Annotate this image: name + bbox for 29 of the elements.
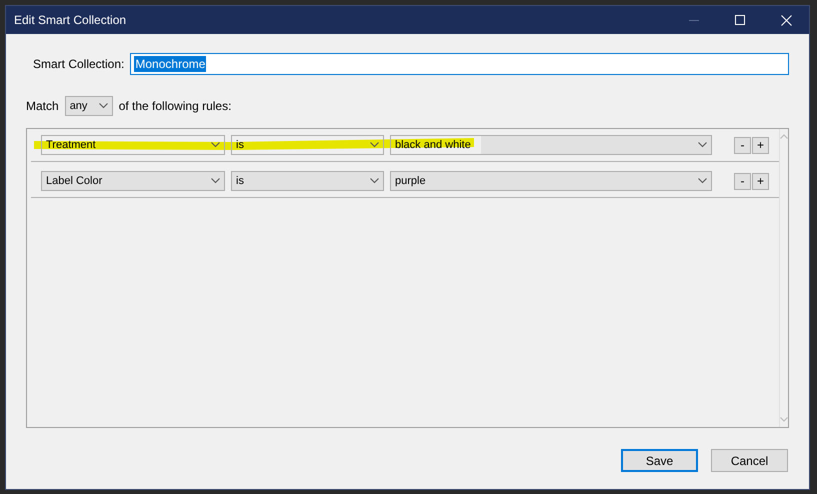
name-field[interactable]: Monochrome: [130, 53, 789, 75]
chevron-down-icon: [698, 178, 707, 184]
maximize-icon[interactable]: [735, 15, 745, 25]
rules-label: of the following rules:: [118, 99, 232, 113]
window-title: Edit Smart Collection: [14, 13, 128, 27]
field-label: Smart Collection:: [33, 57, 124, 71]
operator-dropdown[interactable]: is: [231, 135, 384, 155]
chevron-down-icon: [698, 142, 707, 148]
add-rule-button[interactable]: +: [752, 172, 769, 190]
add-rule-button[interactable]: +: [752, 136, 769, 154]
match-label: Match: [26, 99, 59, 113]
chevron-down-icon: [98, 103, 108, 109]
chevron-down-icon: [211, 178, 220, 184]
save-button[interactable]: Save: [621, 449, 698, 472]
remove-rule-button[interactable]: -: [734, 136, 751, 154]
cancel-button[interactable]: Cancel: [711, 449, 788, 472]
chevron-down-icon: [370, 142, 379, 148]
match-dropdown[interactable]: any: [64, 96, 113, 116]
close-icon[interactable]: [780, 14, 792, 26]
scroll-up-icon[interactable]: [780, 134, 788, 139]
remove-rule-button[interactable]: -: [734, 172, 751, 190]
chevron-down-icon: [211, 142, 220, 148]
scrollbar[interactable]: [779, 129, 788, 427]
field-dropdown[interactable]: Label Color: [41, 171, 225, 191]
operator-dropdown[interactable]: is: [231, 171, 384, 191]
value-dropdown[interactable]: purple: [390, 171, 712, 191]
scroll-down-icon[interactable]: [780, 417, 788, 422]
chevron-down-icon: [370, 178, 379, 184]
field-dropdown[interactable]: Treatment: [41, 135, 225, 155]
